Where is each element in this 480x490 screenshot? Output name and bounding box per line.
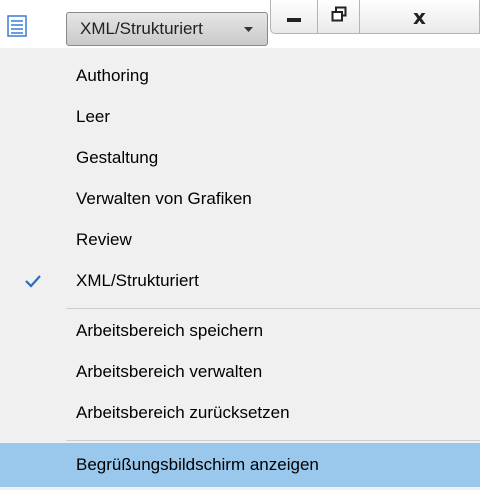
- minimize-icon: [287, 17, 301, 22]
- menu-item-label: Arbeitsbereich zurücksetzen: [76, 403, 290, 422]
- menu-item-label: Begrüßungsbildschirm anzeigen: [76, 455, 319, 474]
- workspace-switcher-label: XML/Strukturiert: [80, 19, 203, 38]
- window-controls: x: [270, 0, 480, 34]
- menu-item-review[interactable]: Review: [0, 220, 480, 260]
- menu-item-label: Gestaltung: [76, 148, 159, 167]
- menu-item-label: XML/Strukturiert: [76, 271, 199, 290]
- top-toolbar: XML/Strukturiert x: [0, 0, 480, 48]
- menu-item-label: Arbeitsbereich verwalten: [76, 362, 263, 381]
- restore-icon: [331, 6, 347, 27]
- workspace-menu: Authoring Leer Gestaltung Verwalten von …: [0, 48, 480, 490]
- restore-button[interactable]: [318, 0, 360, 34]
- menu-item-arbeitsbereich-verwalten[interactable]: Arbeitsbereich verwalten: [0, 352, 480, 392]
- panel-layout-icon[interactable]: [6, 14, 28, 38]
- checkmark-icon: [24, 272, 42, 290]
- menu-item-leer[interactable]: Leer: [0, 97, 480, 137]
- minimize-button[interactable]: [270, 0, 318, 34]
- menu-item-gestaltung[interactable]: Gestaltung: [0, 138, 480, 178]
- workspace-switcher-dropdown[interactable]: XML/Strukturiert: [66, 12, 268, 46]
- menu-item-label: Review: [76, 230, 132, 249]
- menu-item-arbeitsbereich-zuruecksetzen[interactable]: Arbeitsbereich zurücksetzen: [0, 393, 480, 433]
- menu-item-label: Leer: [76, 107, 111, 126]
- chevron-down-icon: [244, 25, 253, 35]
- menu-item-verwalten-von-grafiken[interactable]: Verwalten von Grafiken: [0, 179, 480, 219]
- close-icon: x: [413, 4, 426, 29]
- menu-item-xml-strukturiert[interactable]: XML/Strukturiert: [0, 261, 480, 301]
- menu-item-begruessungsbildschirm-anzeigen[interactable]: Begrüßungsbildschirm anzeigen: [0, 443, 480, 487]
- menu-separator: [66, 440, 480, 441]
- menu-item-arbeitsbereich-speichern[interactable]: Arbeitsbereich speichern: [0, 311, 480, 351]
- menu-item-label: Arbeitsbereich speichern: [76, 321, 264, 340]
- menu-item-authoring[interactable]: Authoring: [0, 56, 480, 96]
- close-button[interactable]: x: [360, 0, 480, 34]
- menu-separator: [66, 308, 480, 309]
- menu-item-label: Verwalten von Grafiken: [76, 189, 252, 208]
- menu-item-label: Authoring: [76, 66, 149, 85]
